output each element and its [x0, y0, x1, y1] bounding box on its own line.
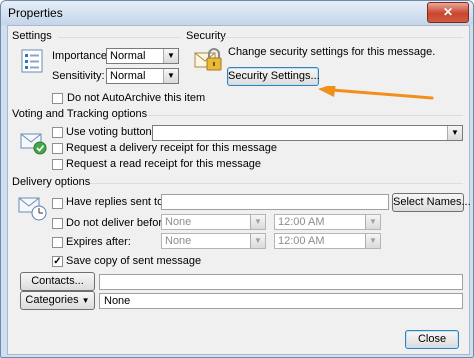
chevron-down-icon: ▼ [250, 215, 265, 229]
use-voting-label: Use voting buttons: [66, 126, 161, 138]
title-bar: Properties ✕ [1, 1, 473, 25]
delivery-receipt-label: Request a delivery receipt for this mess… [66, 142, 277, 154]
delivery-envelope-icon [18, 197, 47, 221]
select-names-button[interactable]: Select Names... [392, 193, 471, 212]
security-settings-button[interactable]: Security Settings... [227, 67, 320, 86]
expires-date-select[interactable]: None ▼ [161, 233, 266, 249]
chevron-down-icon: ▼ [163, 69, 178, 83]
padlock-envelope-icon [194, 48, 222, 71]
categories-field: None [99, 293, 463, 309]
do-not-deliver-date-select[interactable]: None ▼ [161, 214, 266, 230]
chevron-down-icon: ▼ [250, 234, 265, 248]
expires-label: Expires after: [66, 236, 131, 248]
categories-button-label: Categories [25, 294, 79, 306]
use-voting-checkbox[interactable] [52, 127, 63, 138]
settings-list-icon [21, 49, 43, 73]
chevron-down-icon: ▼ [81, 296, 90, 305]
delivery-group-label: Delivery options [12, 176, 91, 188]
voting-group-label: Voting and Tracking options [12, 108, 148, 120]
expires-date-value: None [165, 235, 192, 247]
voting-divider [148, 115, 463, 116]
read-receipt-label: Request a read receipt for this message [66, 158, 262, 170]
have-replies-checkbox[interactable] [52, 198, 63, 209]
expires-checkbox[interactable] [52, 237, 63, 248]
categories-button[interactable]: Categories ▼ [20, 291, 95, 310]
voting-envelope-icon [20, 133, 47, 155]
have-replies-label: Have replies sent to: [66, 196, 167, 208]
annotation-arrow-icon [318, 86, 434, 100]
settings-group-label: Settings [12, 30, 52, 42]
categories-value: None [104, 295, 131, 307]
security-divider [223, 37, 463, 38]
chevron-down-icon: ▼ [163, 49, 178, 63]
dialog-body: Settings Importance: Normal ▼ Sensitivit… [7, 25, 471, 355]
window-title: Properties [8, 6, 63, 20]
autoarchive-checkbox[interactable] [52, 93, 63, 104]
settings-divider [58, 37, 180, 38]
replies-to-field[interactable] [161, 194, 389, 210]
security-group-label: Security [186, 30, 226, 42]
contacts-field[interactable] [99, 274, 463, 290]
importance-label: Importance: [52, 50, 111, 62]
sensitivity-value: Normal [110, 70, 146, 82]
sensitivity-label: Sensitivity: [52, 70, 105, 82]
window-close-button[interactable]: ✕ [427, 2, 469, 23]
do-not-deliver-date-value: None [165, 216, 192, 228]
sensitivity-select[interactable]: Normal ▼ [106, 68, 179, 84]
save-copy-checkbox[interactable]: ✓ [52, 256, 63, 267]
importance-value: Normal [110, 50, 146, 62]
chevron-down-icon: ▼ [365, 215, 380, 229]
close-button[interactable]: Close [405, 330, 459, 349]
importance-select[interactable]: Normal ▼ [106, 48, 179, 64]
voting-buttons-select[interactable]: ▼ [152, 125, 463, 141]
expires-time-value: 12:00 AM [278, 235, 325, 247]
expires-time-select[interactable]: 12:00 AM ▼ [274, 233, 381, 249]
delivery-receipt-checkbox[interactable] [52, 143, 63, 154]
do-not-deliver-label: Do not deliver before: [66, 217, 172, 229]
do-not-deliver-time-select[interactable]: 12:00 AM ▼ [274, 214, 381, 230]
save-copy-label: Save copy of sent message [66, 255, 202, 267]
contacts-button[interactable]: Contacts... [20, 272, 95, 291]
properties-dialog: Properties ✕ Settings Importance: Normal… [0, 0, 474, 358]
security-description: Change security settings for this messag… [228, 46, 436, 58]
chevron-down-icon: ▼ [365, 234, 380, 248]
read-receipt-checkbox[interactable] [52, 159, 63, 170]
chevron-down-icon: ▼ [447, 126, 462, 140]
autoarchive-label: Do not AutoArchive this item [67, 92, 206, 104]
delivery-divider [90, 183, 463, 184]
do-not-deliver-time-value: 12:00 AM [278, 216, 325, 228]
do-not-deliver-checkbox[interactable] [52, 218, 63, 229]
